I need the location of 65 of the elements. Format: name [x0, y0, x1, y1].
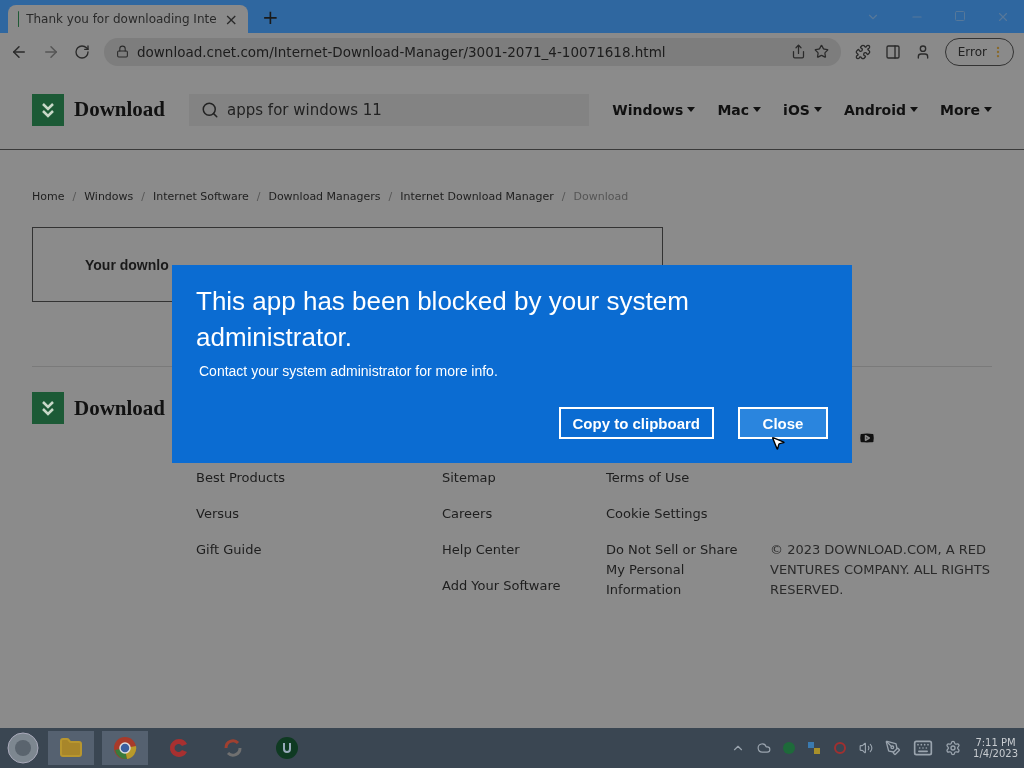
site-logo[interactable]: Download: [74, 97, 166, 122]
cloud-icon[interactable]: [757, 741, 772, 755]
footer-link[interactable]: Versus: [196, 504, 422, 524]
dialog-message: Contact your system administrator for more info.: [199, 363, 499, 379]
volume-icon[interactable]: [859, 741, 874, 755]
start-button[interactable]: [6, 731, 40, 765]
nav-menu-item[interactable]: More: [940, 101, 992, 118]
footer-logo-icon: [32, 392, 64, 424]
tab-close-button[interactable]: ×: [224, 9, 238, 29]
extensions-icon[interactable]: [854, 43, 871, 60]
side-panel-icon[interactable]: [884, 43, 901, 60]
tab-title: Thank you for downloading Inte: [26, 12, 217, 26]
browser-taskbar-icon[interactable]: [102, 731, 148, 765]
nav-menu-item[interactable]: Android: [843, 101, 919, 118]
address-bar[interactable]: download.cnet.com/Internet-Download-Manager/3001-2071_4-10071618.html: [104, 37, 841, 66]
footer-logo[interactable]: Download: [74, 395, 166, 421]
new-tab-button[interactable]: +: [262, 4, 279, 29]
copyright-text: © 2023 DOWNLOAD.COM, A RED VENTURES COMPANY. ALL RIGHTS RESERVED.: [770, 541, 992, 599]
footer-link[interactable]: Sitemap: [442, 468, 586, 488]
footer-link[interactable]: Gift Guide: [196, 540, 422, 560]
footer-link[interactable]: Add Your Software: [442, 576, 586, 596]
pen-icon[interactable]: [885, 740, 902, 756]
dialog-button[interactable]: Copy to clipboard: [558, 407, 714, 439]
lock-icon: [116, 45, 129, 58]
footer-link[interactable]: Cookie Settings: [606, 504, 750, 524]
url-text: download.cnet.com/Internet-Download-Manager/3001-2071_4-10071618.html: [137, 43, 667, 60]
search-icon: [201, 100, 220, 119]
nav-menu-item[interactable]: iOS: [783, 101, 822, 118]
footer-link[interactable]: Terms of Use: [606, 468, 750, 488]
caret-icon: [910, 107, 919, 112]
caret-icon: [984, 107, 992, 112]
breadcrumb-separator: /: [141, 190, 146, 203]
breadcrumb-separator: /: [256, 190, 261, 203]
reload-icon[interactable]: [74, 43, 90, 60]
download-notice-text: Your downlo: [85, 256, 169, 273]
footer-link[interactable]: Careers: [442, 504, 586, 524]
footer-link[interactable]: Help Center: [442, 540, 586, 560]
bookmark-star-icon[interactable]: [813, 44, 829, 59]
dialog-title: This app has been blocked by your system administrator.: [196, 285, 690, 354]
tray-app-icon[interactable]: [807, 741, 822, 755]
logo-icon: [32, 93, 64, 126]
breadcrumb-link[interactable]: Home: [32, 190, 65, 203]
footer-link[interactable]: Best Products: [196, 468, 422, 488]
keyboard-icon[interactable]: [913, 738, 934, 758]
caret-icon: [813, 107, 822, 112]
breadcrumb-link[interactable]: Internet Software: [153, 190, 249, 203]
share-icon[interactable]: [790, 44, 806, 59]
caret-icon: [753, 107, 762, 112]
breadcrumb-separator: /: [72, 190, 77, 203]
browser-tab[interactable]: Thank you for downloading Inte ×: [8, 5, 248, 33]
caret-icon: [687, 107, 696, 112]
mouse-cursor-icon: [770, 435, 786, 451]
breadcrumb-separator: /: [388, 190, 393, 203]
settings-icon[interactable]: [945, 740, 962, 756]
breadcrumb-link[interactable]: Download Managers: [268, 190, 381, 203]
file-explorer-taskbar-icon[interactable]: [48, 731, 94, 765]
breadcrumb-link[interactable]: Internet Download Manager: [400, 190, 554, 203]
nav-menu-item[interactable]: Mac: [717, 101, 762, 118]
dialog-button[interactable]: Close: [738, 407, 828, 439]
breadcrumb-link[interactable]: Windows: [84, 190, 134, 203]
breadcrumb-separator: /: [561, 190, 566, 203]
search-field[interactable]: apps for windows 11: [189, 93, 590, 126]
taskbar-clock[interactable]: 7:11 PM 1/4/2023: [973, 737, 1018, 759]
footer-link[interactable]: Do Not Sell or Share My Personal Information: [606, 540, 750, 600]
nav-menu-item[interactable]: Windows: [612, 101, 696, 118]
